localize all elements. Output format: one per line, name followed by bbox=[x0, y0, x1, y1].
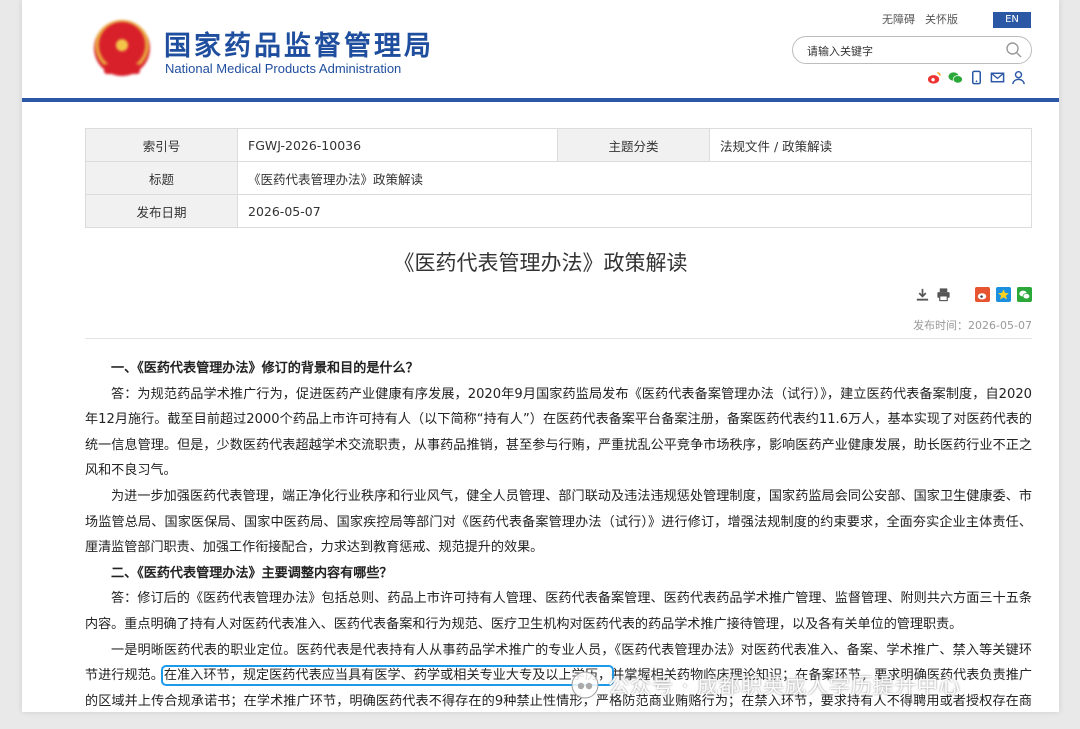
share-weibo-icon[interactable] bbox=[975, 287, 990, 302]
article-title: 《医药代表管理办法》政策解读 bbox=[393, 251, 688, 275]
wechat-watermark: 公众号 · 成都职英成人学历提升中心 bbox=[570, 670, 961, 700]
title-value: 《医药代表管理办法》政策解读 bbox=[237, 161, 1032, 195]
search-box bbox=[792, 36, 1032, 64]
publish-time: 发布时间：2026-05-07 bbox=[913, 319, 1032, 332]
question-2-heading: 二、《医药代表管理办法》主要调整内容有哪些？ bbox=[111, 565, 393, 581]
answer-2-paragraph: 答：修订后的《医药代表管理办法》包括总则、药品上市许可持有人管理、医药代表备案管… bbox=[85, 591, 1032, 632]
national-emblem-icon bbox=[94, 20, 150, 76]
title-label: 标题 bbox=[85, 161, 238, 195]
table-row: 发布日期 2026-05-07 bbox=[85, 194, 1032, 228]
wechat-official-account-icon bbox=[571, 671, 599, 699]
table-row: 标题 《医药代表管理办法》政策解读 bbox=[85, 161, 1032, 195]
top-links: 无障碍 关怀版 bbox=[882, 12, 958, 26]
question-1-heading: 一、《医药代表管理办法》修订的背景和目的是什么？ bbox=[111, 361, 419, 376]
watermark-text: 公众号 · 成都职英成人学历提升中心 bbox=[608, 674, 962, 698]
user-icon[interactable] bbox=[1011, 70, 1026, 85]
highlighted-education-requirement: 在准入环节，规定医药代表应当具有医学、药学或相关专业大专及以上学历， bbox=[160, 665, 615, 687]
index-label: 索引号 bbox=[85, 128, 238, 162]
care-mode-link[interactable]: 关怀版 bbox=[925, 14, 958, 25]
wechat-icon[interactable] bbox=[948, 70, 963, 85]
mail-icon[interactable] bbox=[990, 70, 1005, 85]
site-name-cn[interactable]: 国家药品监督管理局 bbox=[164, 24, 434, 63]
header-divider bbox=[22, 98, 1059, 102]
article-body: 一、《医药代表管理办法》修订的背景和目的是什么？ 答：为规范药品学术推广行为，促… bbox=[85, 356, 1032, 712]
search-input[interactable] bbox=[807, 42, 987, 60]
site-name-en[interactable]: National Medical Products Administration bbox=[165, 61, 401, 76]
date-value: 2026-05-07 bbox=[237, 194, 1032, 228]
share-qzone-icon[interactable] bbox=[996, 287, 1011, 302]
search-icon[interactable] bbox=[1005, 41, 1023, 59]
download-icon[interactable] bbox=[915, 287, 930, 302]
date-label: 发布日期 bbox=[85, 194, 238, 228]
answer-1-paragraph: 答：为规范药品学术推广行为，促进医药产业健康有序发展，2020年9月国家药监局发… bbox=[85, 386, 1032, 479]
print-icon[interactable] bbox=[936, 287, 951, 302]
site-header: 国家药品监督管理局 National Medical Products Admi… bbox=[22, 0, 1059, 102]
share-wechat-icon[interactable] bbox=[1017, 287, 1032, 302]
english-button[interactable]: EN bbox=[993, 12, 1031, 28]
document-page: 国家药品监督管理局 National Medical Products Admi… bbox=[22, 0, 1059, 712]
article-tools bbox=[915, 287, 1032, 302]
metadata-table: 索引号 FGWJ-2026-10036 主题分类 法规文件 / 政策解读 标题 … bbox=[85, 128, 1032, 228]
table-row: 索引号 FGWJ-2026-10036 主题分类 法规文件 / 政策解读 bbox=[85, 128, 1032, 162]
topic-value: 法规文件 / 政策解读 bbox=[709, 128, 1032, 162]
index-value: FGWJ-2026-10036 bbox=[237, 128, 558, 162]
weibo-icon[interactable] bbox=[927, 70, 942, 85]
mobile-icon[interactable] bbox=[969, 70, 984, 85]
accessibility-link[interactable]: 无障碍 bbox=[882, 14, 915, 25]
social-icons bbox=[927, 70, 1026, 85]
answer-1-paragraph-2: 为进一步加强医药代表管理，端正净化行业秩序和行业风气，健全人员管理、部门联动及违… bbox=[85, 488, 1032, 556]
topic-label: 主题分类 bbox=[557, 128, 710, 162]
content-divider bbox=[85, 338, 1032, 339]
